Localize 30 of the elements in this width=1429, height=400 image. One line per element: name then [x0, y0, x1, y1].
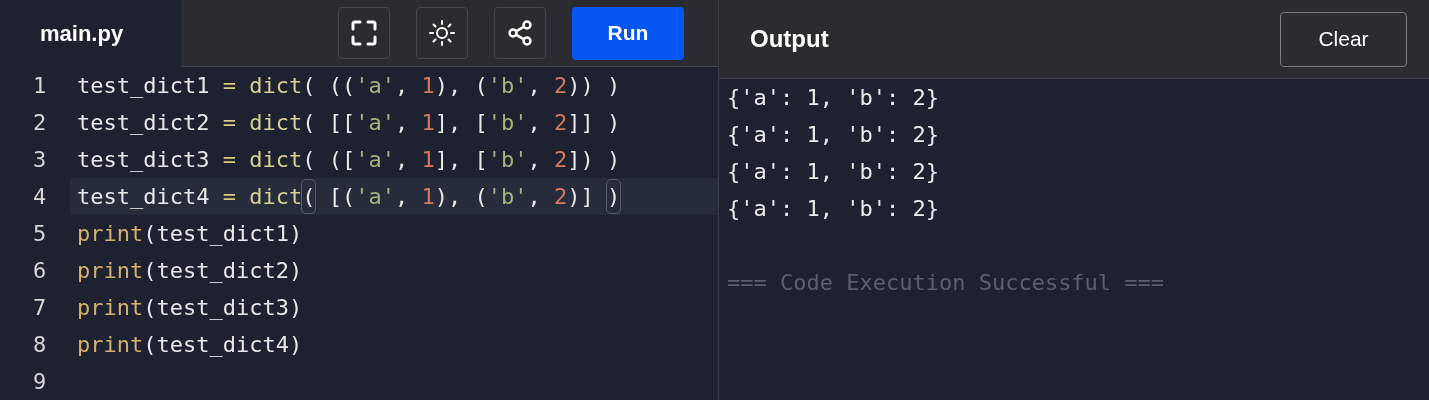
line-number: 8 — [32, 331, 48, 359]
output-title: Output — [750, 24, 829, 54]
share-button[interactable] — [494, 7, 546, 59]
fullscreen-button[interactable] — [338, 7, 390, 59]
line-number: 5 — [32, 220, 48, 248]
code-line: test_dict1 = dict( (('a', 1), ('b', 2)) ) — [76, 72, 622, 100]
line-number: 1 — [32, 72, 48, 100]
line-number: 7 — [32, 294, 48, 322]
line-number: 3 — [32, 146, 48, 174]
run-button[interactable]: Run — [572, 6, 684, 60]
theme-button[interactable] — [416, 7, 468, 59]
code-line: test_dict2 = dict( [['a', 1], ['b', 2]] ) — [76, 109, 622, 137]
code-line: print(test_dict1) — [76, 220, 304, 248]
line-number: 4 — [32, 183, 48, 211]
output-line: {'a': 1, 'b': 2} — [727, 195, 940, 223]
line-number: 6 — [32, 257, 48, 285]
line-number: 9 — [32, 368, 48, 396]
output-line: {'a': 1, 'b': 2} — [727, 158, 940, 186]
status-message: === Code Execution Successful === — [727, 269, 1166, 297]
code-line: test_dict3 = dict( (['a', 1], ['b', 2]) ) — [76, 146, 622, 174]
share-icon — [506, 19, 534, 47]
output-line: {'a': 1, 'b': 2} — [727, 84, 940, 112]
line-number: 2 — [32, 109, 48, 137]
fullscreen-icon — [350, 19, 378, 47]
sun-icon — [428, 19, 456, 47]
clear-button[interactable]: Clear — [1280, 11, 1407, 67]
output-line: {'a': 1, 'b': 2} — [727, 121, 940, 149]
code-line: print(test_dict2) — [76, 257, 304, 285]
code-line: print(test_dict4) — [76, 331, 304, 359]
code-line: print(test_dict3) — [76, 294, 304, 322]
